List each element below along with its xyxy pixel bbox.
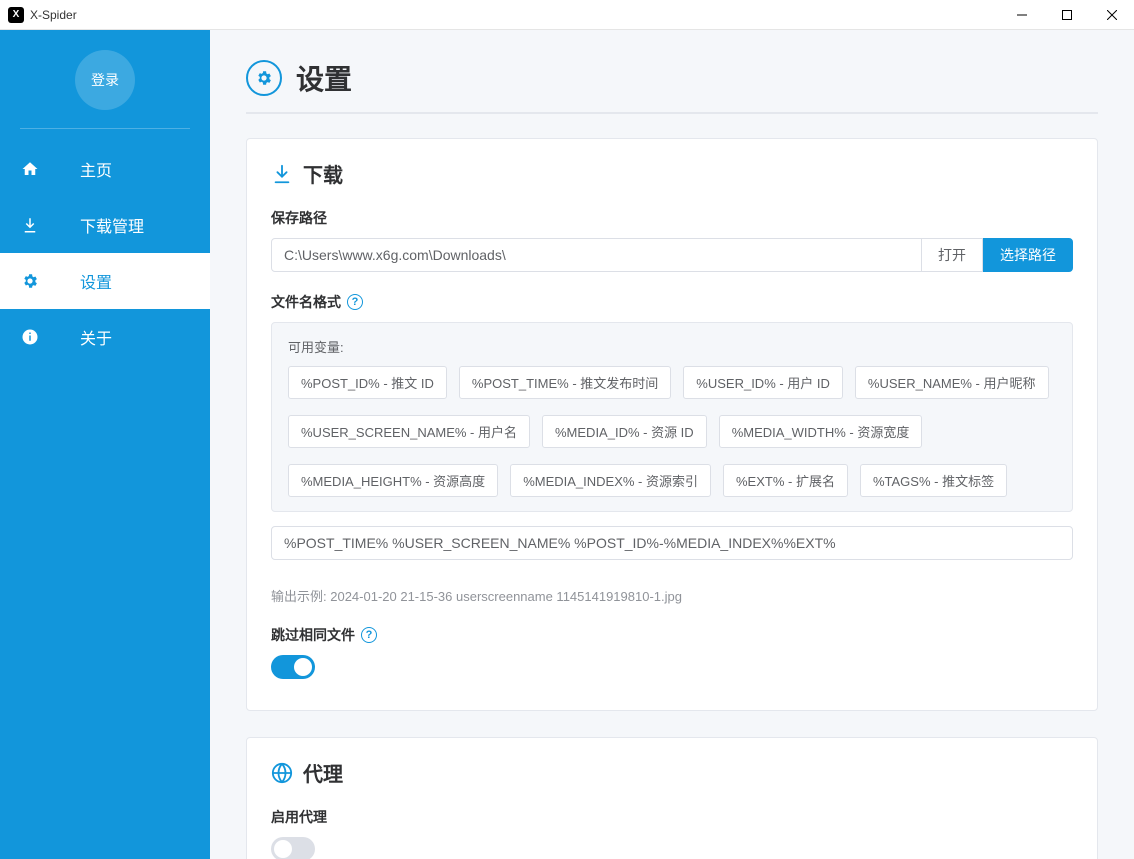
variables-box: 可用变量: %POST_ID% - 推文 ID %POST_TIME% - 推文发… bbox=[271, 322, 1073, 512]
available-vars-label: 可用变量: bbox=[288, 337, 1056, 356]
filename-format-input[interactable] bbox=[271, 526, 1073, 560]
sidebar-item-home[interactable]: 主页 bbox=[0, 141, 210, 197]
enable-proxy-label: 启用代理 bbox=[271, 807, 1073, 827]
proxy-card: 代理 启用代理 代理地址 bbox=[246, 737, 1098, 859]
download-icon bbox=[20, 216, 40, 234]
globe-icon bbox=[271, 762, 293, 784]
window-title: X-Spider bbox=[30, 8, 999, 22]
variable-tag[interactable]: %USER_SCREEN_NAME% - 用户名 bbox=[288, 415, 530, 448]
sidebar-item-label: 关于 bbox=[80, 325, 112, 349]
enable-proxy-toggle[interactable] bbox=[271, 837, 315, 859]
variable-tag[interactable]: %USER_ID% - 用户 ID bbox=[683, 366, 843, 399]
sidebar-divider bbox=[20, 128, 190, 129]
info-icon bbox=[20, 328, 40, 346]
maximize-button[interactable] bbox=[1044, 0, 1089, 30]
open-button[interactable]: 打开 bbox=[922, 238, 983, 272]
skip-same-toggle[interactable] bbox=[271, 655, 315, 679]
sidebar-item-label: 下载管理 bbox=[80, 213, 144, 237]
sidebar-item-label: 设置 bbox=[80, 269, 112, 293]
sidebar: 登录 主页 下载管理 设置 关于 bbox=[0, 30, 210, 859]
help-icon[interactable]: ? bbox=[361, 627, 377, 643]
variable-tag[interactable]: %POST_ID% - 推文 ID bbox=[288, 366, 447, 399]
header-divider bbox=[246, 112, 1098, 114]
variable-tag[interactable]: %MEDIA_ID% - 资源 ID bbox=[542, 415, 707, 448]
content-area: 设置 下载 保存路径 打开 选择路径 文件名格式 ? 可用变量: bbox=[210, 30, 1134, 859]
variable-tag[interactable]: %POST_TIME% - 推文发布时间 bbox=[459, 366, 671, 399]
sidebar-item-about[interactable]: 关于 bbox=[0, 309, 210, 365]
home-icon bbox=[20, 160, 40, 178]
filename-format-label: 文件名格式 ? bbox=[271, 292, 1073, 312]
minimize-button[interactable] bbox=[999, 0, 1044, 30]
sidebar-item-settings[interactable]: 设置 bbox=[0, 253, 210, 309]
variable-tag[interactable]: %TAGS% - 推文标签 bbox=[860, 464, 1007, 497]
choose-path-button[interactable]: 选择路径 bbox=[983, 238, 1073, 272]
variable-tag[interactable]: %MEDIA_HEIGHT% - 资源高度 bbox=[288, 464, 498, 497]
skip-same-label: 跳过相同文件 ? bbox=[271, 625, 1073, 645]
sidebar-item-download-manager[interactable]: 下载管理 bbox=[0, 197, 210, 253]
variable-tag[interactable]: %USER_NAME% - 用户昵称 bbox=[855, 366, 1049, 399]
variable-tag[interactable]: %MEDIA_WIDTH% - 资源宽度 bbox=[719, 415, 923, 448]
save-path-label: 保存路径 bbox=[271, 208, 1073, 228]
page-title: 设置 bbox=[296, 58, 352, 98]
output-example: 输出示例: 2024-01-20 21-15-36 userscreenname… bbox=[271, 586, 1073, 605]
page-header: 设置 bbox=[246, 58, 1098, 98]
variable-tag[interactable]: %EXT% - 扩展名 bbox=[723, 464, 848, 497]
help-icon[interactable]: ? bbox=[347, 294, 363, 310]
sidebar-item-label: 主页 bbox=[80, 157, 112, 181]
card-title: 代理 bbox=[303, 758, 343, 787]
titlebar: X X-Spider bbox=[0, 0, 1134, 30]
login-button[interactable]: 登录 bbox=[75, 50, 135, 110]
gear-icon bbox=[246, 60, 282, 96]
download-icon bbox=[271, 163, 293, 185]
save-path-input[interactable] bbox=[271, 238, 922, 272]
gear-icon bbox=[20, 272, 40, 290]
app-icon: X bbox=[8, 7, 24, 23]
variable-tag[interactable]: %MEDIA_INDEX% - 资源索引 bbox=[510, 464, 711, 497]
close-button[interactable] bbox=[1089, 0, 1134, 30]
download-card: 下载 保存路径 打开 选择路径 文件名格式 ? 可用变量: %POST_ID% … bbox=[246, 138, 1098, 711]
card-title: 下载 bbox=[303, 159, 343, 188]
